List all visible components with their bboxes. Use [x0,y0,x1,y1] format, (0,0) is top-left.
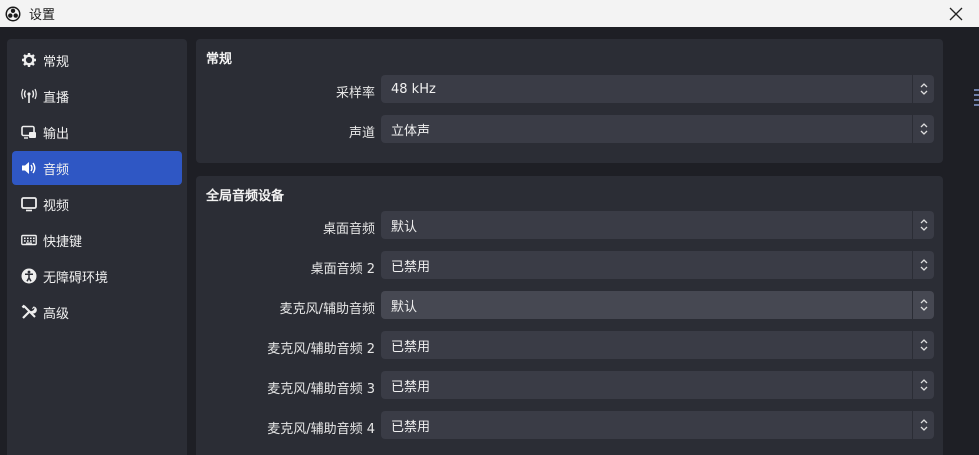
section-title-global-audio: 全局音频设备 [206,189,285,204]
sidebar-item-label: 高级 [43,306,70,322]
sidebar-item-advanced[interactable]: 高级 [12,295,182,329]
mic-aux-audio-4-select[interactable]: 已禁用 [381,411,934,439]
sidebar-item-label: 快捷键 [43,234,83,250]
vertical-scrollbar[interactable] [952,39,979,455]
sidebar-item-accessibility[interactable]: 无障碍环境 [12,259,182,293]
mic-aux-audio-2-value: 已禁用 [391,339,431,355]
desktop-audio-value: 默认 [391,219,418,235]
sidebar-item-label: 音频 [43,162,70,178]
sidebar-item-label: 无障碍环境 [43,270,109,286]
channels-select[interactable]: 立体声 [381,115,934,143]
mic-aux-audio-value: 默认 [391,299,418,315]
mic-aux-audio-4-label: 麦克风/辅助音频 4 [267,422,375,437]
desktop-audio-select[interactable]: 默认 [381,211,934,239]
sidebar-item-label: 视频 [43,198,70,214]
desktop-audio-label: 桌面音频 [322,222,375,237]
desktop-audio-2-label: 桌面音频 2 [310,262,375,277]
sidebar-item-video[interactable]: 视频 [12,187,182,221]
spinner-arrows-icon [912,331,934,359]
spinner-arrows-icon [912,251,934,279]
sidebar-item-stream[interactable]: 直播 [12,79,182,113]
sample-rate-value: 48 kHz [391,81,436,97]
channels-label: 声道 [348,126,375,141]
close-icon [949,7,963,20]
mic-aux-audio-select[interactable]: 默认 [381,291,934,319]
sidebar-item-output[interactable]: 输出 [12,115,182,149]
close-button[interactable] [933,0,979,27]
speaker-icon [21,160,37,176]
output-icon [21,124,37,140]
channels-value: 立体声 [391,123,431,139]
antenna-icon [21,88,37,104]
sidebar-item-general[interactable]: 常规 [12,43,182,77]
spinner-arrows-icon [912,291,934,319]
keyboard-icon [21,232,37,248]
mic-aux-audio-label: 麦克风/辅助音频 [279,302,375,317]
accessibility-icon [21,268,37,284]
sidebar-item-hotkeys[interactable]: 快捷键 [12,223,182,257]
mic-aux-audio-4-value: 已禁用 [391,419,431,435]
spinner-arrows-icon [912,371,934,399]
sidebar-item-label: 输出 [43,126,70,142]
sample-rate-label: 采样率 [335,86,375,101]
title-bar: 设置 [0,0,979,27]
section-title-general: 常规 [206,52,233,67]
global-audio-panel: 全局音频设备 桌面音频 默认 桌面音频 2 已禁用 麦克风/辅助音频 默认 麦克… [196,176,943,455]
tools-icon [21,304,37,320]
mic-aux-audio-2-label: 麦克风/辅助音频 2 [267,342,375,357]
settings-content: 常规 直播 输出 音频 视频 快捷键 无障碍环境 高级 常规 采样率 48 kH… [0,27,979,455]
desktop-audio-2-select[interactable]: 已禁用 [381,251,934,279]
mic-aux-audio-3-select[interactable]: 已禁用 [381,371,934,399]
spinner-arrows-icon [912,211,934,239]
sidebar-item-label: 直播 [43,90,70,106]
spinner-arrows-icon [912,115,934,143]
sidebar: 常规 直播 输出 音频 视频 快捷键 无障碍环境 高级 [7,39,187,455]
gear-icon [21,52,37,68]
mic-aux-audio-3-value: 已禁用 [391,379,431,395]
sidebar-item-label: 常规 [43,54,70,70]
spinner-arrows-icon [912,411,934,439]
window-title: 设置 [29,8,56,23]
desktop-audio-2-value: 已禁用 [391,259,431,275]
mic-aux-audio-2-select[interactable]: 已禁用 [381,331,934,359]
sidebar-item-audio[interactable]: 音频 [12,151,182,185]
mic-aux-audio-3-label: 麦克风/辅助音频 3 [267,382,375,397]
monitor-icon [21,196,37,212]
obs-logo-icon [5,6,21,21]
general-panel: 常规 采样率 48 kHz 声道 立体声 [196,39,943,163]
scrollbar-thumb[interactable] [974,89,979,119]
sample-rate-select[interactable]: 48 kHz [381,75,934,103]
spinner-arrows-icon [912,75,934,103]
